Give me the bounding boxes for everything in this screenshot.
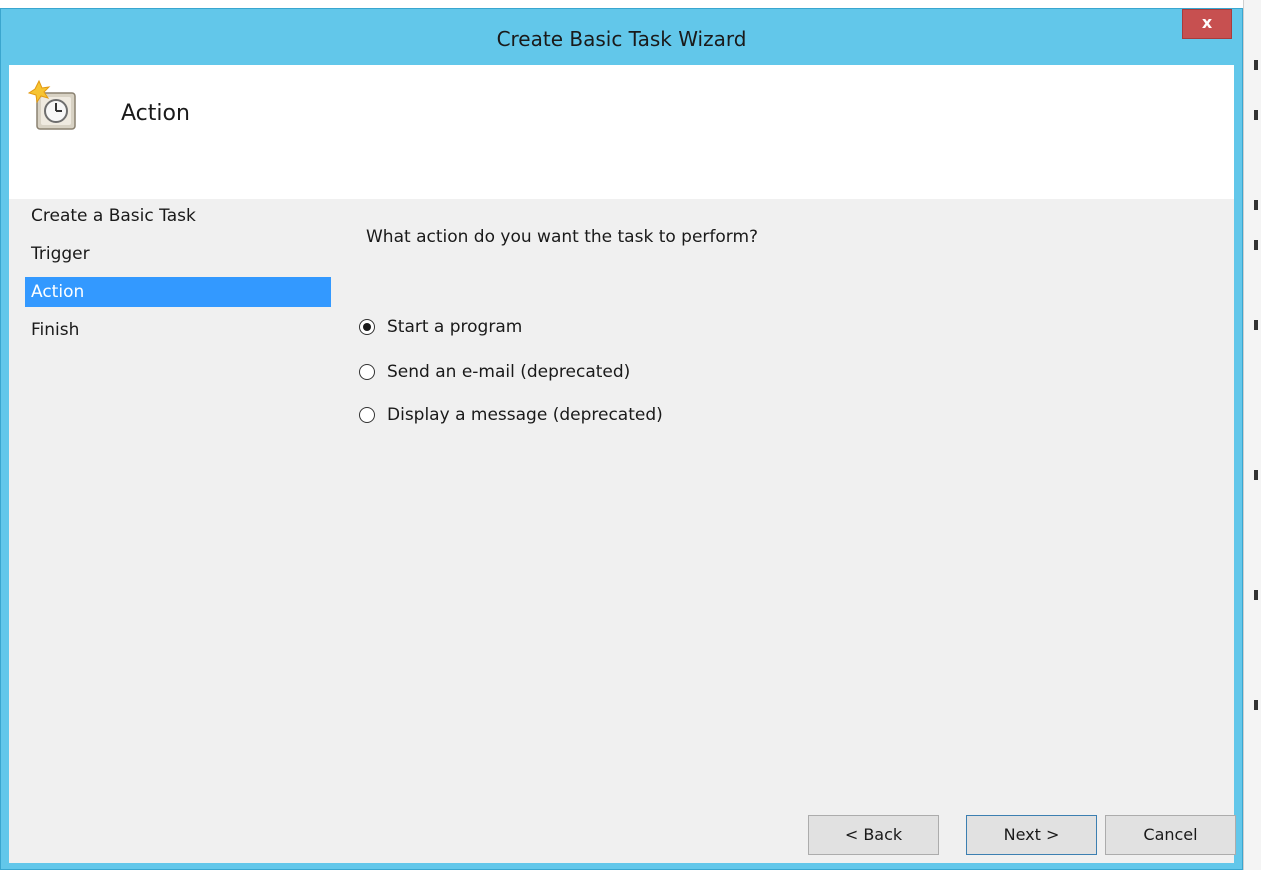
option-label[interactable]: Send an e-mail (deprecated) [387, 362, 630, 382]
back-button[interactable]: < Back [808, 815, 939, 855]
nav-step-finish[interactable]: Finish [25, 315, 331, 345]
page-title: Action [121, 101, 190, 126]
cancel-button[interactable]: Cancel [1105, 815, 1236, 855]
option-start-program[interactable]: Start a program [359, 312, 522, 342]
nav-step-action[interactable]: Action [25, 277, 331, 307]
nav-step-create-basic-task[interactable]: Create a Basic Task [25, 201, 331, 231]
wizard-steps-nav: Create a Basic Task Trigger Action Finis… [9, 199, 339, 859]
option-display-message[interactable]: Display a message (deprecated) [359, 400, 663, 430]
action-panel: What action do you want the task to perf… [349, 199, 1229, 799]
option-label[interactable]: Start a program [387, 317, 522, 337]
question-label: What action do you want the task to perf… [366, 227, 759, 247]
option-label[interactable]: Display a message (deprecated) [387, 405, 663, 425]
background-window-edge [1243, 0, 1261, 870]
wizard-header: Action [9, 65, 1234, 199]
close-button[interactable]: x [1182, 9, 1232, 39]
radio-button[interactable] [359, 319, 375, 335]
wizard-body: Action Create a Basic Task Trigger Actio… [9, 65, 1236, 863]
window-title: Create Basic Task Wizard [496, 27, 747, 51]
option-send-email[interactable]: Send an e-mail (deprecated) [359, 357, 630, 387]
task-scheduler-clock-icon [27, 79, 76, 130]
next-button[interactable]: Next > [966, 815, 1097, 855]
radio-button[interactable] [359, 364, 375, 380]
close-icon: x [1201, 13, 1213, 32]
wizard-window: Create Basic Task Wizard x Action Create… [0, 8, 1243, 870]
radio-button[interactable] [359, 407, 375, 423]
nav-step-trigger[interactable]: Trigger [25, 239, 331, 269]
title-bar[interactable]: Create Basic Task Wizard x [1, 9, 1242, 65]
